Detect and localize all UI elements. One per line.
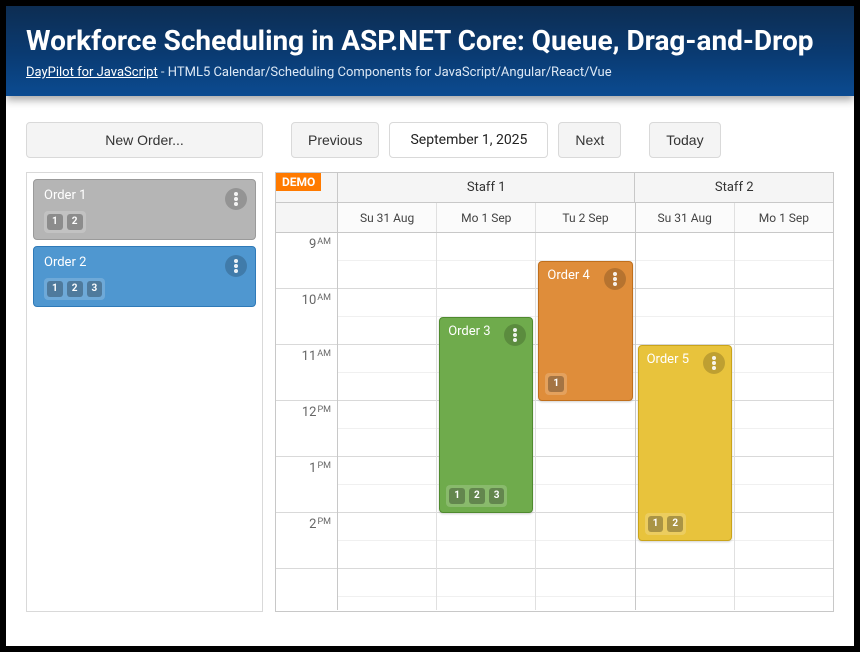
chip: 1 xyxy=(47,281,63,297)
page-title: Workforce Scheduling in ASP.NET Core: Qu… xyxy=(26,24,834,57)
hour-label: 9AM xyxy=(276,233,337,289)
more-icon[interactable] xyxy=(604,268,626,290)
today-button[interactable]: Today xyxy=(649,122,720,158)
queue-item-chips: 1 2 xyxy=(44,211,86,233)
daypilot-link[interactable]: DayPilot for JavaScript xyxy=(26,65,158,80)
day-header: Mo 1 Sep xyxy=(437,203,536,232)
day-column[interactable]: Order 3 1 2 3 xyxy=(437,233,536,610)
calendar-event[interactable]: Order 4 1 xyxy=(538,261,632,401)
subheader: DayPilot for JavaScript - HTML5 Calendar… xyxy=(26,65,834,80)
calendar-event[interactable]: Order 3 1 2 3 xyxy=(439,317,533,513)
chip: 1 xyxy=(449,488,465,504)
hour-label: 12PM xyxy=(276,401,337,457)
chip: 1 xyxy=(548,376,564,392)
queue-item-title: Order 1 xyxy=(44,188,245,203)
day-header: Su 31 Aug xyxy=(636,203,735,232)
new-order-button[interactable]: New Order... xyxy=(26,122,263,158)
day-column[interactable]: Order 4 1 xyxy=(536,233,635,610)
calendar: DEMO Staff 1 Staff 2 Su 31 Aug Mo 1 Sep … xyxy=(275,172,834,612)
hour-label: 10AM xyxy=(276,289,337,345)
queue-item-title: Order 2 xyxy=(44,255,245,270)
staff-header: Staff 1 xyxy=(338,173,635,202)
queue-item[interactable]: Order 2 1 2 3 xyxy=(33,246,256,307)
day-header: Su 31 Aug xyxy=(338,203,437,232)
chip: 1 xyxy=(47,214,63,230)
queue-item[interactable]: Order 1 1 2 xyxy=(33,179,256,240)
more-icon[interactable] xyxy=(703,352,725,374)
subheader-suffix: - HTML5 Calendar/Scheduling Components f… xyxy=(158,65,612,80)
next-button[interactable]: Next xyxy=(558,122,621,158)
day-column[interactable] xyxy=(735,233,833,610)
chip: 2 xyxy=(67,214,83,230)
day-column[interactable]: Order 5 1 2 xyxy=(636,233,735,610)
demo-badge: DEMO xyxy=(276,173,321,191)
chip: 3 xyxy=(87,281,103,297)
order-queue: Order 1 1 2 Order 2 1 2 3 xyxy=(26,172,263,612)
day-column[interactable] xyxy=(338,233,437,610)
calendar-days-header: Su 31 Aug Mo 1 Sep Tu 2 Sep Su 31 Aug Mo… xyxy=(276,203,833,233)
chip: 2 xyxy=(667,516,683,532)
app-header: Workforce Scheduling in ASP.NET Core: Qu… xyxy=(6,6,854,96)
hour-label: 11AM xyxy=(276,345,337,401)
calendar-event[interactable]: Order 5 1 2 xyxy=(638,345,732,541)
chip: 2 xyxy=(67,281,83,297)
more-icon[interactable] xyxy=(504,324,526,346)
event-chips: 1 2 3 xyxy=(446,485,507,507)
hour-label: 2PM xyxy=(276,513,337,569)
time-axis: 9AM 10AM 11AM 12PM 1PM 2PM xyxy=(276,233,338,610)
staff-header: Staff 2 xyxy=(635,173,833,202)
toolbar: New Order... Previous September 1, 2025 … xyxy=(6,96,854,172)
chip: 3 xyxy=(489,488,505,504)
hour-label: 1PM xyxy=(276,457,337,513)
time-axis-header xyxy=(276,203,338,232)
chip: 1 xyxy=(648,516,664,532)
event-chips: 1 xyxy=(545,373,567,395)
previous-button[interactable]: Previous xyxy=(291,122,379,158)
calendar-staff-header: Staff 1 Staff 2 xyxy=(276,173,833,203)
chip: 2 xyxy=(469,488,485,504)
more-icon[interactable] xyxy=(225,255,247,277)
calendar-grid[interactable]: Order 3 1 2 3 Order 4 xyxy=(338,233,833,610)
day-header: Tu 2 Sep xyxy=(536,203,635,232)
current-date-label[interactable]: September 1, 2025 xyxy=(389,122,548,158)
event-chips: 1 2 xyxy=(645,513,687,535)
queue-item-chips: 1 2 3 xyxy=(44,278,105,300)
more-icon[interactable] xyxy=(225,188,247,210)
day-header: Mo 1 Sep xyxy=(735,203,833,232)
